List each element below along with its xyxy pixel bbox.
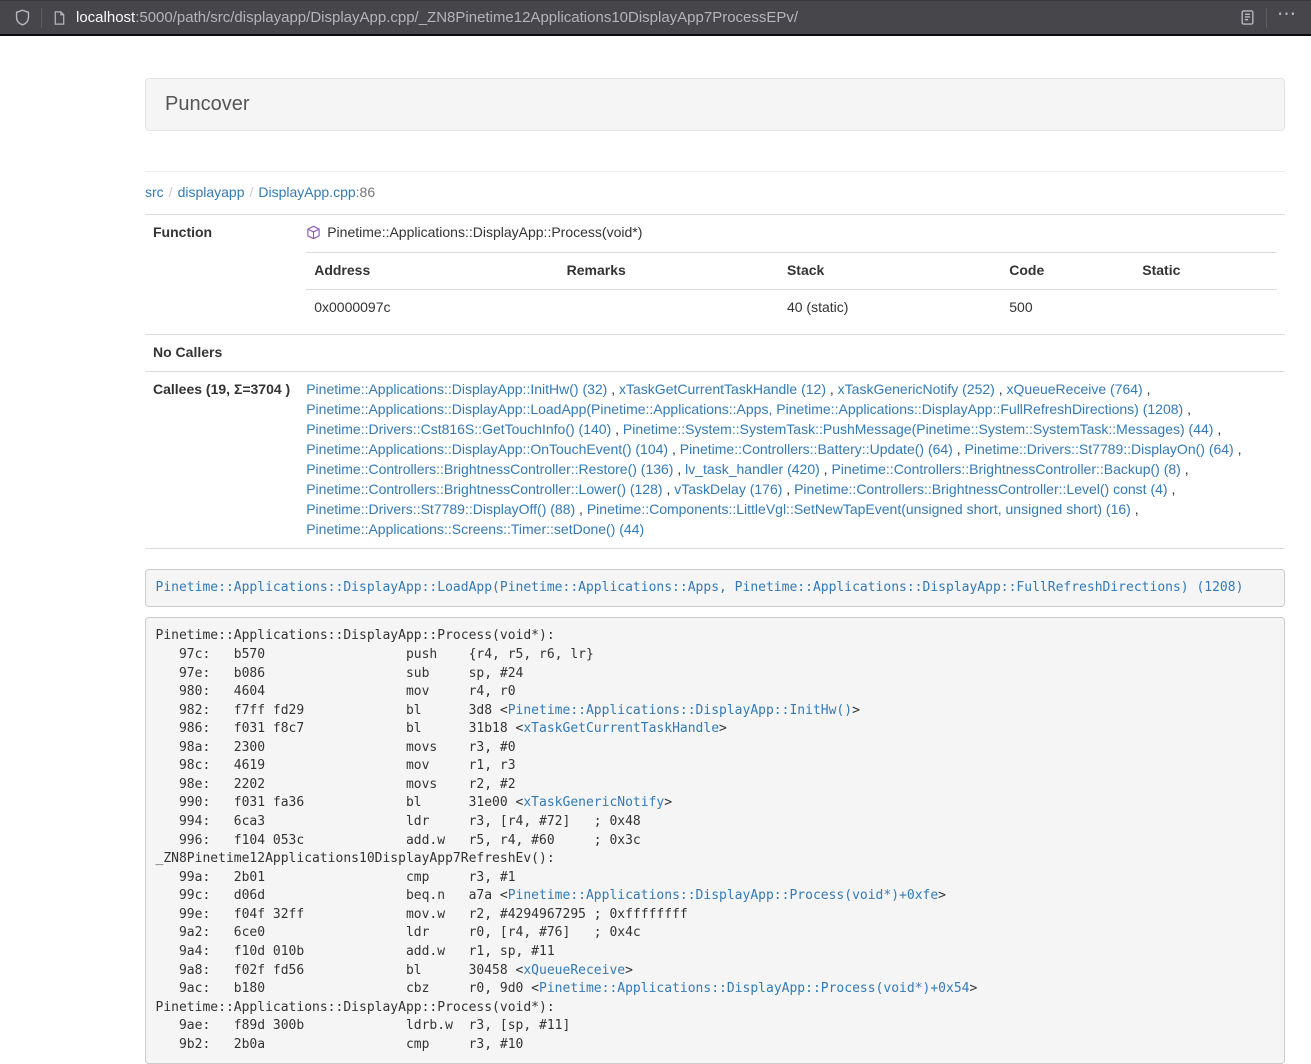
callee-separator: , [1234, 441, 1242, 457]
function-row: Function Pinetime::Applications::Display… [145, 215, 1285, 335]
address-value: 0x0000097c [306, 289, 558, 325]
url-path: :5000/path/src/displayapp/DisplayApp.cpp… [135, 9, 798, 26]
callee-link[interactable]: Pinetime::Drivers::St7789::DisplayOff() … [306, 501, 575, 517]
function-name-text: Pinetime::Applications::DisplayApp::Proc… [327, 223, 642, 243]
callee-link[interactable]: Pinetime::Applications::Screens::Timer::… [306, 521, 644, 537]
callee-separator: , [575, 501, 587, 517]
callee-link[interactable]: Pinetime::System::SystemTask::PushMessag… [623, 421, 1214, 437]
callee-separator: , [1183, 401, 1191, 417]
more-menu-icon[interactable]: ⋯ [1277, 10, 1297, 26]
static-value [1134, 289, 1277, 325]
callee-separator: , [607, 381, 619, 397]
page-icon[interactable] [52, 10, 67, 26]
toolbar-divider [41, 8, 42, 28]
callee-link[interactable]: Pinetime::Drivers::Cst816S::GetTouchInfo… [306, 421, 611, 437]
callee-link[interactable]: vTaskDelay (176) [674, 481, 782, 497]
callee-separator: , [663, 481, 675, 497]
asm-symbol-link[interactable]: Pinetime::Applications::DisplayApp::Proc… [508, 888, 938, 903]
callee-separator: , [782, 481, 794, 497]
callee-separator: , [611, 421, 623, 437]
breadcrumb-link-file[interactable]: DisplayApp.cpp [258, 184, 355, 200]
function-name: Pinetime::Applications::DisplayApp::Proc… [306, 223, 1277, 243]
brand-panel: Puncover [145, 78, 1285, 131]
metrics-header-row: Address Remarks Stack Code Static [306, 252, 1277, 289]
stack-value: 40 (static) [779, 289, 1001, 325]
callee-link[interactable]: Pinetime::Applications::DisplayApp::Load… [306, 401, 1183, 417]
breadcrumb-line-number: :86 [356, 184, 375, 200]
metrics-value-row: 0x0000097c 40 (static) 500 [306, 289, 1277, 325]
code-value: 500 [1001, 289, 1134, 325]
callee-separator: , [673, 461, 685, 477]
callee-link[interactable]: xQueueReceive (764) [1007, 381, 1143, 397]
loadapp-link[interactable]: Pinetime::Applications::DisplayApp::Load… [156, 580, 1244, 595]
callee-link[interactable]: Pinetime::Controllers::BrightnessControl… [306, 461, 673, 477]
callee-separator: , [820, 461, 832, 477]
callees-row: Callees (19, Σ=3704 ) Pinetime::Applicat… [145, 371, 1285, 548]
column-header-stack: Stack [779, 252, 1001, 289]
assembly-listing: Pinetime::Applications::DisplayApp::Proc… [145, 617, 1285, 1064]
callees-list: Pinetime::Applications::DisplayApp::Init… [298, 371, 1285, 548]
callee-link[interactable]: xTaskGetCurrentTaskHandle (12) [619, 381, 826, 397]
function-row-label: Function [145, 215, 298, 335]
callee-separator: , [1181, 461, 1189, 477]
no-callers-row: No Callers [145, 334, 1285, 371]
brand-link[interactable]: Puncover [165, 93, 250, 115]
remarks-value [559, 289, 779, 325]
page-content: Puncover src/displayapp/DisplayApp.cpp:8… [145, 78, 1285, 1064]
column-header-static: Static [1134, 252, 1277, 289]
callee-link[interactable]: Pinetime::Controllers::Battery::Update()… [680, 441, 953, 457]
column-header-address: Address [306, 252, 558, 289]
reader-mode-icon[interactable] [1239, 9, 1256, 26]
package-icon [306, 225, 321, 240]
callee-link[interactable]: Pinetime::Controllers::BrightnessControl… [831, 461, 1180, 477]
callee-separator: , [995, 381, 1007, 397]
callee-separator: , [1213, 421, 1221, 437]
column-header-code: Code [1001, 252, 1134, 289]
column-header-remarks: Remarks [559, 252, 779, 289]
function-table: Function Pinetime::Applications::Display… [145, 214, 1285, 549]
shield-icon[interactable] [14, 9, 31, 26]
url-host: localhost [76, 9, 135, 26]
callee-link[interactable]: Pinetime::Controllers::BrightnessControl… [306, 481, 662, 497]
callee-separator: , [826, 381, 838, 397]
callee-link[interactable]: xTaskGenericNotify (252) [838, 381, 995, 397]
breadcrumb-link-displayapp[interactable]: displayapp [178, 184, 245, 200]
callees-label: Callees (19, Σ=3704 ) [145, 371, 298, 548]
asm-symbol-link[interactable]: Pinetime::Applications::DisplayApp::Init… [508, 703, 852, 718]
breadcrumb-separator: / [245, 184, 259, 200]
callee-separator: , [953, 441, 965, 457]
callee-separator: , [668, 441, 680, 457]
url-bar[interactable]: localhost:5000/path/src/displayapp/Displ… [76, 9, 1239, 26]
loadapp-snippet: Pinetime::Applications::DisplayApp::Load… [145, 569, 1285, 608]
callee-link[interactable]: Pinetime::Components::LittleVgl::SetNewT… [587, 501, 1131, 517]
metrics-table: Address Remarks Stack Code Static 0x0000… [306, 252, 1277, 326]
callee-separator: , [1131, 501, 1139, 517]
browser-toolbar: localhost:5000/path/src/displayapp/Displ… [0, 0, 1311, 36]
asm-symbol-link[interactable]: xQueueReceive [523, 963, 625, 978]
asm-symbol-link[interactable]: xTaskGenericNotify [523, 795, 664, 810]
callee-link[interactable]: lv_task_handler (420) [685, 461, 820, 477]
asm-symbol-link[interactable]: Pinetime::Applications::DisplayApp::Proc… [539, 981, 969, 996]
callee-link[interactable]: Pinetime::Applications::DisplayApp::OnTo… [306, 441, 668, 457]
callee-link[interactable]: Pinetime::Applications::DisplayApp::Init… [306, 381, 607, 397]
breadcrumb-link-src[interactable]: src [145, 184, 164, 200]
callee-separator: , [1143, 381, 1151, 397]
breadcrumb: src/displayapp/DisplayApp.cpp:86 [145, 184, 1285, 200]
divider [145, 171, 1285, 172]
callee-link[interactable]: Pinetime::Drivers::St7789::DisplayOn() (… [965, 441, 1234, 457]
callee-link[interactable]: Pinetime::Controllers::BrightnessControl… [794, 481, 1167, 497]
breadcrumb-separator: / [164, 184, 178, 200]
callee-separator: , [1168, 481, 1176, 497]
no-callers-label: No Callers [145, 334, 298, 371]
asm-symbol-link[interactable]: xTaskGetCurrentTaskHandle [523, 721, 719, 736]
toolbar-divider [1266, 8, 1267, 28]
